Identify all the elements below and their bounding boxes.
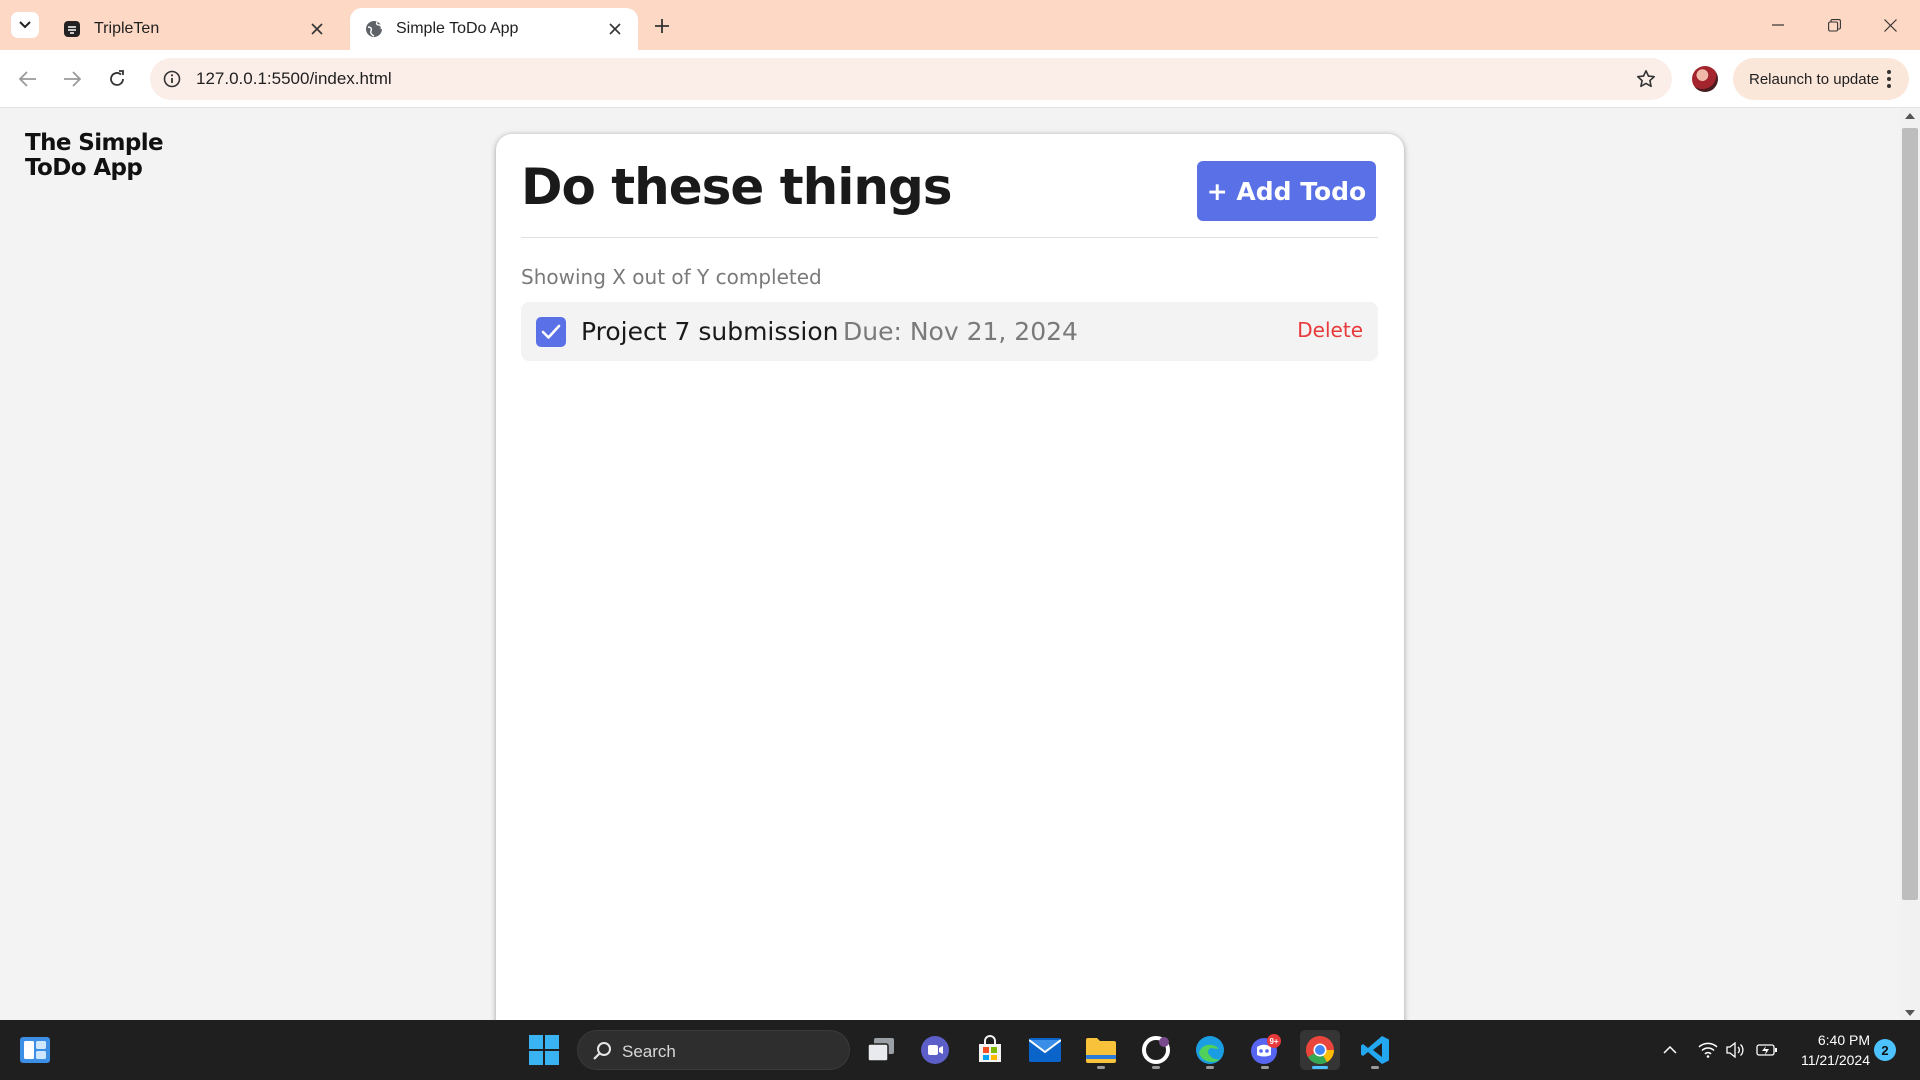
todo-name: Project 7 submission [581, 317, 839, 346]
completed-counter: Showing X out of Y completed [521, 265, 822, 289]
file-explorer-button[interactable] [1081, 1030, 1121, 1070]
running-indicator [1097, 1066, 1105, 1069]
windows-logo-icon [529, 1035, 559, 1065]
notification-badge[interactable]: 2 [1874, 1039, 1896, 1061]
search-icon [593, 1042, 611, 1060]
reload-icon [110, 70, 124, 86]
browser-tab-strip: TripleTen Simple ToDo App [0, 0, 1920, 50]
show-hidden-icons-button[interactable] [1656, 1020, 1684, 1080]
tab-title: Simple ToDo App [396, 20, 519, 37]
microsoft-store-button[interactable] [970, 1030, 1010, 1070]
todo-due-date: Due: Nov 21, 2024 [843, 317, 1078, 346]
running-indicator [1371, 1066, 1379, 1069]
back-button[interactable] [12, 63, 44, 95]
page-title: Do these things [521, 158, 953, 216]
todo-checkbox[interactable] [536, 317, 566, 347]
tab-search-button[interactable] [11, 12, 39, 38]
minimize-button[interactable] [1750, 0, 1806, 50]
tab-simple-todo-app[interactable]: Simple ToDo App [350, 8, 638, 50]
site-info-icon[interactable] [160, 67, 184, 91]
taskbar-search[interactable]: Search [577, 1030, 850, 1070]
active-indicator [1312, 1066, 1328, 1069]
edge-icon [1196, 1036, 1224, 1064]
running-indicator [1152, 1066, 1160, 1069]
search-label: Search [622, 1042, 676, 1061]
battery-status[interactable] [1752, 1020, 1782, 1080]
github-desktop-button[interactable] [1136, 1030, 1176, 1070]
scroll-thumb[interactable] [1902, 128, 1918, 900]
tab-tripleten[interactable]: TripleTen [48, 8, 340, 50]
battery-charging-icon [1756, 1044, 1777, 1056]
plus-icon [655, 19, 669, 33]
running-indicator [1261, 1066, 1269, 1069]
relaunch-label: Relaunch to update [1749, 70, 1880, 88]
address-bar[interactable]: 127.0.0.1:5500/index.html [150, 58, 1672, 100]
vscode-button[interactable] [1355, 1030, 1395, 1070]
github-desktop-icon [1142, 1036, 1170, 1064]
clock-time: 6:40 PM [1817, 1032, 1870, 1048]
globe-icon [364, 19, 384, 39]
profile-avatar[interactable] [1692, 66, 1718, 92]
checkmark-icon [541, 324, 561, 339]
chrome-icon [1306, 1036, 1334, 1064]
todo-item: Project 7 submission Due: Nov 21, 2024 D… [521, 302, 1378, 361]
close-window-button[interactable] [1862, 0, 1918, 50]
volume-icon [1726, 1042, 1744, 1058]
relaunch-to-update-button[interactable]: Relaunch to update [1733, 58, 1909, 100]
discord-badge: 9+ [1269, 1037, 1278, 1046]
system-clock[interactable]: 6:40 PM 11/21/2024 [1790, 1030, 1870, 1070]
tab-close-icon[interactable] [602, 16, 628, 42]
store-icon [979, 1035, 1001, 1062]
chrome-button[interactable] [1300, 1030, 1340, 1070]
windows-taskbar: Search 9+ 6:40 PM 11/21/2024 2 [0, 1020, 1920, 1080]
running-indicator [1206, 1066, 1214, 1069]
arrow-left-icon [19, 71, 36, 87]
mail-button[interactable] [1025, 1030, 1065, 1070]
restore-icon [1827, 18, 1841, 32]
tab-close-icon[interactable] [304, 16, 330, 42]
add-todo-button[interactable]: + Add Todo [1197, 161, 1376, 221]
task-view-button[interactable] [861, 1030, 901, 1070]
new-tab-button[interactable] [648, 12, 676, 40]
mail-icon [1029, 1038, 1061, 1062]
divider [521, 237, 1378, 238]
more-menu-icon[interactable] [1879, 69, 1899, 89]
vscode-icon [1361, 1036, 1389, 1064]
discord-button[interactable]: 9+ [1245, 1030, 1285, 1070]
tripleten-favicon-icon [62, 19, 82, 39]
wifi-status[interactable] [1694, 1020, 1722, 1080]
app-logo: The Simple ToDo App [25, 130, 164, 181]
teams-meet-button[interactable] [915, 1030, 955, 1070]
wifi-icon [1698, 1042, 1718, 1058]
volume-status[interactable] [1722, 1020, 1748, 1080]
page-viewport: The Simple ToDo App Do these things + Ad… [0, 109, 1920, 1020]
task-view-icon [867, 1038, 894, 1062]
chevron-down-icon [19, 21, 31, 29]
arrow-right-icon [64, 71, 81, 87]
tab-title: TripleTen [94, 20, 160, 37]
scroll-up-arrow-icon[interactable] [1905, 113, 1915, 119]
edge-button[interactable] [1190, 1030, 1230, 1070]
discord-icon: 9+ [1251, 1034, 1281, 1064]
todo-card: Do these things + Add Todo Showing X out… [496, 134, 1404, 1020]
delete-todo-button[interactable]: Delete [1297, 318, 1363, 342]
chevron-up-icon [1663, 1046, 1677, 1054]
page-scrollbar[interactable] [1900, 109, 1920, 1020]
reload-button[interactable] [101, 63, 133, 95]
widgets-icon[interactable] [20, 1037, 50, 1063]
clock-date: 11/21/2024 [1800, 1052, 1870, 1068]
scroll-down-arrow-icon[interactable] [1905, 1010, 1915, 1016]
folder-icon [1086, 1038, 1116, 1063]
close-icon [1883, 18, 1897, 32]
browser-toolbar: 127.0.0.1:5500/index.html Relaunch to up… [0, 50, 1920, 108]
forward-button[interactable] [56, 63, 88, 95]
start-button[interactable] [524, 1030, 564, 1070]
bookmark-star-icon[interactable] [1634, 67, 1658, 91]
url-text[interactable]: 127.0.0.1:5500/index.html [196, 69, 392, 89]
restore-button[interactable] [1806, 0, 1862, 50]
minimize-icon [1772, 24, 1784, 26]
video-chat-icon [921, 1036, 949, 1064]
